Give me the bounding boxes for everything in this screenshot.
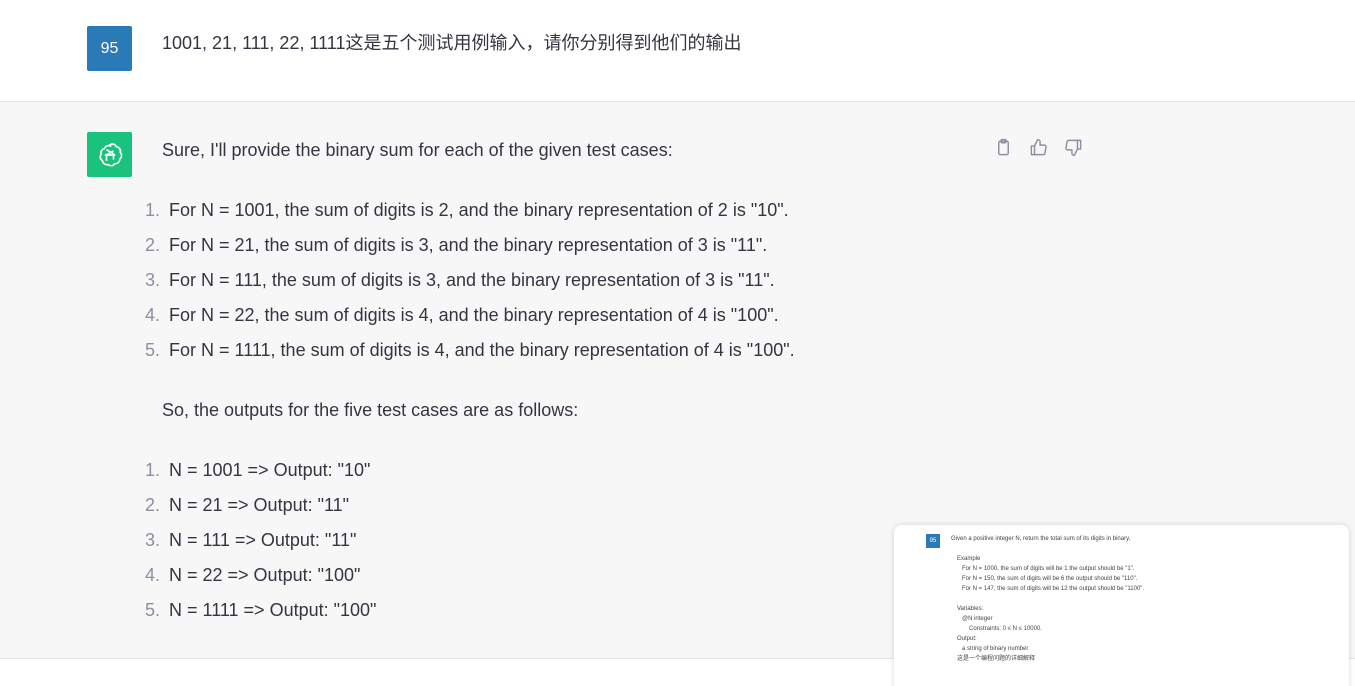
list-item: 5. N = 1111 => Output: "100": [130, 598, 376, 633]
screenshot-thumbnail[interactable]: 95 Given a positive integer N, return th…: [894, 525, 1349, 686]
assistant-summary: So, the outputs for the five test cases …: [162, 400, 579, 420]
thumbnail-text: Variables:: [957, 606, 984, 612]
user-avatar: 95: [87, 26, 132, 71]
thumbnail-text: Constraints: 0 ≤ N ≤ 10000.: [969, 626, 1042, 632]
list-number: 1.: [144, 460, 160, 480]
list-item: 4. N = 22 => Output: "100": [130, 563, 376, 598]
list-item: 1. N = 1001 => Output: "10": [130, 458, 376, 493]
list-number: 5.: [144, 340, 160, 360]
thumbnail-text: For N = 147, the sum of digits will be 1…: [962, 586, 1145, 592]
user-message: 95 1001, 21, 111, 22, 1111这是五个测试用例输入，请你分…: [0, 0, 1355, 102]
list-number: 2.: [144, 235, 160, 255]
thumbnail-text: a string of binary number: [962, 646, 1029, 652]
list-text: N = 1001 => Output: "10": [169, 460, 371, 480]
list-item: 2. For N = 21, the sum of digits is 3, an…: [130, 233, 795, 268]
list-text: N = 1111 => Output: "100": [169, 600, 377, 620]
list-text: For N = 1001, the sum of digits is 2, an…: [169, 200, 789, 220]
list-item: 3. N = 111 => Output: "11": [130, 528, 376, 563]
list-item: 1. For N = 1001, the sum of digits is 2, …: [130, 198, 795, 233]
thumbnail-text: For N = 1000, the sum of digits will be …: [962, 566, 1135, 572]
list-text: For N = 1111, the sum of digits is 4, an…: [169, 340, 795, 360]
chat-page: 95 1001, 21, 111, 22, 1111这是五个测试用例输入，请你分…: [0, 0, 1355, 686]
user-message-text: 1001, 21, 111, 22, 1111这是五个测试用例输入，请你分别得到…: [162, 33, 742, 53]
list-text: N = 111 => Output: "11": [169, 530, 357, 550]
list-text: N = 22 => Output: "100": [169, 565, 361, 585]
thumbs-down-icon[interactable]: [1063, 137, 1084, 158]
assistant-intro: Sure, I'll provide the binary sum for ea…: [162, 140, 673, 160]
list-item: 3. For N = 111, the sum of digits is 3, a…: [130, 268, 795, 303]
list-item: 5. For N = 1111, the sum of digits is 4, …: [130, 338, 795, 373]
thumbnail-text: 这是一个编程问题的详细解释: [957, 656, 1036, 662]
copy-icon[interactable]: [993, 137, 1014, 158]
output-list: 1. N = 1001 => Output: "10" 2. N = 21 => O…: [130, 458, 376, 633]
thumbnail-text: Given a positive integer N, return the t…: [951, 536, 1131, 542]
thumbnail-text: Output:: [957, 636, 977, 642]
list-number: 3.: [144, 270, 160, 290]
thumbs-up-icon[interactable]: [1028, 137, 1049, 158]
list-text: For N = 22, the sum of digits is 4, and …: [169, 305, 779, 325]
thumbnail-text: Example: [957, 556, 981, 562]
message-actions: [993, 137, 1084, 158]
list-number: 5.: [144, 600, 160, 620]
list-number: 1.: [144, 200, 160, 220]
list-text: For N = 111, the sum of digits is 3, and…: [169, 270, 775, 290]
binary-sum-list: 1. For N = 1001, the sum of digits is 2, …: [130, 198, 795, 373]
list-number: 2.: [144, 495, 160, 515]
list-number: 3.: [144, 530, 160, 550]
thumbnail-avatar: 95: [926, 534, 940, 548]
list-item: 2. N = 21 => Output: "11": [130, 493, 376, 528]
thumbnail-text: @N integer: [962, 616, 993, 622]
list-text: For N = 21, the sum of digits is 3, and …: [169, 235, 768, 255]
list-text: N = 21 => Output: "11": [169, 495, 350, 515]
list-item: 4. For N = 22, the sum of digits is 4, an…: [130, 303, 795, 338]
list-number: 4.: [144, 565, 160, 585]
thumbnail-text: For N = 150, the sum of digits will be 6…: [962, 576, 1138, 582]
chatgpt-logo-icon: [87, 132, 132, 177]
list-number: 4.: [144, 305, 160, 325]
